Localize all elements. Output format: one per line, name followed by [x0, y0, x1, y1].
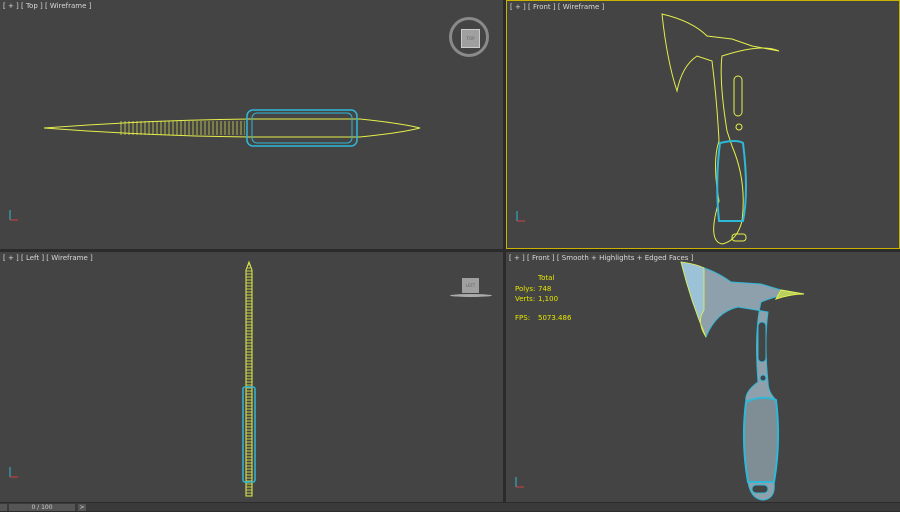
timeline-bar: [0, 503, 900, 511]
top-wireframe: [9, 109, 421, 221]
front-shaded-model: [515, 261, 805, 501]
viewcube[interactable]: TOP: [449, 17, 489, 57]
timeline-next-button[interactable]: >: [78, 504, 86, 511]
left-wireframe: [9, 260, 256, 497]
viewport-front-shaded[interactable]: [ + ] [ Front ] [ Smooth + Highlights + …: [506, 252, 900, 502]
time-slider[interactable]: 0 / 100: [9, 504, 75, 511]
viewcube-face[interactable]: LEFT: [462, 278, 479, 293]
viewport-top[interactable]: [ + ] [ Top ] [ Wireframe ] TOP: [0, 0, 503, 249]
viewcube-ring: [450, 294, 492, 297]
timeline-prev-button[interactable]: [0, 504, 7, 511]
viewport-front-wireframe[interactable]: [ + ] [ Front ] [ Wireframe ]: [506, 0, 900, 249]
viewcube-face[interactable]: TOP: [461, 29, 480, 48]
front-wireframe: [516, 13, 780, 245]
viewport-left[interactable]: [ + ] [ Left ] [ Wireframe ] LEFT: [0, 252, 503, 502]
viewcube[interactable]: LEFT: [450, 278, 492, 298]
